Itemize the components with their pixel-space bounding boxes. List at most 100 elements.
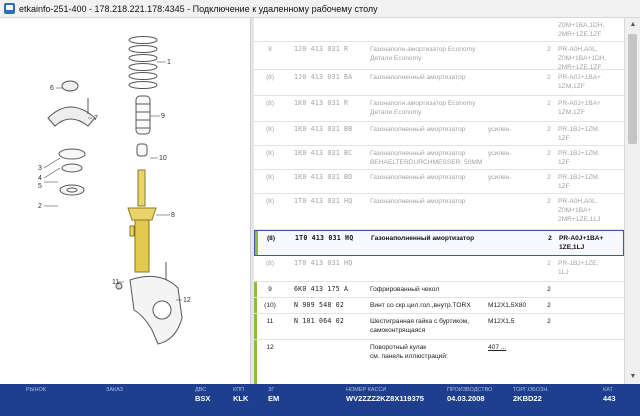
table-row[interactable]: (8) 1K0 413 031 R Газонаполн.амортизатор… (254, 96, 624, 122)
row-marker (254, 314, 257, 339)
window-title: etkainfo-251-400 - 178.218.221.178:4345 … (19, 3, 378, 14)
model-code: PR-1BJ+1ZM, 1ZF (558, 150, 600, 166)
part-name: Шестигранная гайка с буртиком, самоконтр… (370, 318, 470, 334)
parts-list-scrollbar[interactable]: ▲ ▼ (624, 18, 640, 384)
quantity: 2 (547, 46, 551, 53)
boot-and-bumper (135, 95, 151, 157)
callout-1: 1 (167, 59, 171, 66)
callout-4: 4 (38, 175, 42, 182)
catalog-field: КАТ 443 (603, 387, 616, 403)
market-field: РЫНОК (26, 387, 46, 393)
window-titlebar: etkainfo-251-400 - 178.218.221.178:4345 … (0, 0, 640, 18)
part-name: Газонаполненный амортизатор (370, 74, 466, 81)
table-row[interactable]: (8) 1T0 413 031 HQ 2 PR-1BJ+1ZE, 1LJ (254, 256, 624, 282)
model-code: Z0M+1BA,1DH, 2MR+1ZE,1ZF (558, 22, 605, 38)
table-row[interactable]: (8) 1K0 413 031 BD Газонаполненный аморт… (254, 170, 624, 194)
position-number: (10) (264, 302, 276, 309)
model-code: PR-A0J+1BA+ 1ZE,1LJ (559, 235, 604, 251)
table-row[interactable]: 12 Поворотный кулак см. панель иллюстрац… (254, 340, 624, 384)
part-number: 1K0 413 031 R (294, 99, 349, 107)
table-row[interactable]: 8 1J0 413 031 R Газонаполн.амортизатор E… (254, 42, 624, 71)
callout-5: 5 (38, 183, 42, 190)
part-number: 1J0 413 031 BA (294, 73, 353, 81)
callout-3: 3 (38, 165, 42, 172)
callout-8: 8 (171, 212, 175, 219)
scroll-thumb[interactable] (628, 34, 637, 144)
position-number: (8) (265, 126, 275, 133)
table-row-selected[interactable]: (8) 1T0 413 031 HQ Газонаполненный аморт… (254, 230, 624, 256)
model-code: PR-1BJ+1ZM, 1ZF (558, 126, 600, 142)
part-name: Газонаполненный амортизатор BEHAELTERDUR… (370, 150, 483, 166)
model-code: PR-1BJ+1ZM, 1ZF (558, 174, 600, 190)
row-marker (254, 340, 257, 384)
position-number: (8) (266, 235, 276, 242)
part-name: Винт со скр.цил.гол.,внутр.TORX (370, 302, 471, 309)
position-number: (8) (265, 100, 275, 107)
part-number: 1K0 413 031 BC (294, 149, 353, 157)
part-remark: M12X1,5X80 (488, 302, 527, 309)
order-field: ЗАКАЗ (106, 387, 124, 393)
model-code: PR-A0J+1BA+ 1ZM,1ZF (558, 100, 601, 116)
part-number: 1K0 413 031 BD (294, 173, 353, 181)
table-row[interactable]: 9 6K0 413 175 A Гофрированный чехол 2 (254, 282, 624, 298)
suspension-exploded-view: 1 2 3 4 5 6 7 8 9 10 11 12 (38, 36, 191, 345)
axle-field: ЗГ EM (268, 387, 280, 403)
gearbox-field: КПП KLK (233, 387, 249, 403)
quantity: 2 (547, 174, 551, 181)
position-number: 11 (266, 318, 274, 325)
steering-knuckle (115, 262, 183, 345)
part-name: Поворотный кулак см. панель иллюстраций: (370, 344, 448, 360)
parts-illustration[interactable]: 1 2 3 4 5 6 7 8 9 10 11 12 (0, 18, 250, 384)
part-number: 1J0 413 031 R (294, 45, 349, 53)
table-row[interactable]: Z0M+1BA,1DH, 2MR+1ZE,1ZF (254, 18, 624, 42)
shock-absorber (127, 169, 157, 273)
row-marker (254, 282, 257, 297)
model-code: PR-A0J+1BA+ 1ZM,1ZF (558, 74, 601, 90)
position-number: (8) (265, 260, 275, 267)
chassis-field: НОМЕР КАССИ WV2ZZZ2KZ8X119375 (346, 387, 424, 403)
table-row[interactable]: (10) N 909 548 02 Винт со скр.цил.гол.,в… (254, 298, 624, 314)
quantity: 2 (548, 235, 552, 242)
position-number: 8 (268, 46, 272, 53)
model-code: PR-A0H,A0L, Z0M+1BA+1DH, 2MR+1ZE,1ZF (558, 46, 607, 71)
part-remark: усилен. (488, 150, 512, 157)
model-code: PR-1BJ+1ZE, 1LJ (558, 260, 599, 276)
position-number: 12 (266, 344, 274, 351)
callout-2: 2 (38, 203, 42, 210)
quantity: 2 (547, 198, 551, 205)
parts-list: Z0M+1BA,1DH, 2MR+1ZE,1ZF 8 1J0 413 031 R… (254, 18, 624, 384)
part-name: Газонаполн.амортизатор Economy Детали Ec… (370, 100, 476, 116)
table-row[interactable]: 11 N 101 064 02 Шестигранная гайка с бур… (254, 314, 624, 340)
table-row[interactable]: (8) 1J0 413 031 BA Газонаполненный аморт… (254, 70, 624, 96)
vehicle-info-bar: РЫНОК ЗАКАЗ ДВС BSX КПП KLK ЗГ EM НОМЕР … (0, 384, 640, 416)
position-number: (8) (265, 74, 275, 81)
quantity: 2 (547, 74, 551, 81)
part-name: Газонаполненный амортизатор (370, 126, 466, 133)
production-date-field: ПРОИЗВОДСТВО 04.03.2008 (447, 387, 493, 403)
quantity: 2 (547, 100, 551, 107)
engine-field: ДВС BSX (195, 387, 211, 403)
scroll-up-icon[interactable]: ▲ (625, 18, 640, 32)
table-row[interactable]: (8) 1K0 413 031 BC Газонаполненный аморт… (254, 146, 624, 170)
leader-lines (43, 61, 182, 301)
part-remark: M12X1,5 (488, 318, 515, 325)
quantity: 2 (547, 150, 551, 157)
callout-11: 11 (112, 279, 119, 286)
quantity: 2 (547, 260, 551, 267)
part-name: Газонаполненный амортизатор (371, 235, 475, 242)
table-row[interactable]: (8) 1T0 413 031 HQ Газонаполненный аморт… (254, 194, 624, 230)
quantity: 2 (547, 302, 551, 309)
illustration-link[interactable]: 407 ... (488, 343, 540, 352)
quantity: 2 (547, 286, 551, 293)
paint-code-field: ТОРГ.ОБОЗН. 2KBD22 (513, 387, 549, 403)
part-name: Газонаполненный амортизатор (370, 174, 466, 181)
model-code: PR-A0H,A0L, Z0M+1BA+ 2MR+1ZE,1LJ (558, 198, 601, 223)
part-number: 1T0 413 031 HQ (294, 259, 353, 267)
callout-9: 9 (161, 113, 165, 120)
table-row[interactable]: (8) 1K0 413 031 BB Газонаполненный аморт… (254, 122, 624, 146)
quantity: 2 (547, 126, 551, 133)
part-remark: усилен. (488, 174, 512, 181)
callout-6: 6 (50, 85, 54, 92)
part-name: Газонаполненный амортизатор (370, 198, 466, 205)
scroll-down-icon[interactable]: ▼ (625, 370, 640, 384)
